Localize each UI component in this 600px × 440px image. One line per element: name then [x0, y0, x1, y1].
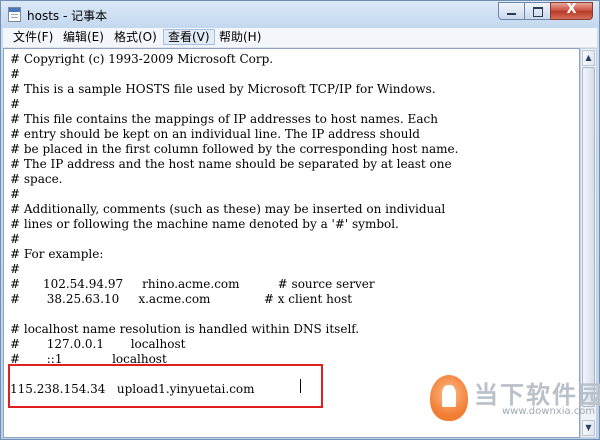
text-line: # The IP address and the host name shoul…: [10, 157, 452, 171]
text-line: # This is a sample HOSTS file used by Mi…: [10, 82, 436, 96]
menu-view[interactable]: 查看(V): [163, 29, 215, 45]
text-line: # localhost name resolution is handled w…: [10, 322, 360, 336]
text-caret: [300, 379, 301, 393]
text-line: # 38.25.63.10 x.acme.com # x client host: [10, 292, 353, 306]
text-line: # For example:: [10, 247, 104, 261]
watermark-url: www.downxia.com: [502, 406, 596, 417]
scroll-thumb[interactable]: [582, 67, 595, 407]
maximize-icon: [533, 7, 543, 17]
text-line: # 102.54.94.97 rhino.acme.com # source s…: [10, 277, 375, 291]
notepad-window: hosts - 记事本 X 文件(F) 编辑(E) 格式(O) 查看(V) 帮助…: [0, 0, 600, 440]
minimize-button[interactable]: [498, 2, 524, 20]
notepad-app-icon[interactable]: [8, 7, 21, 22]
text-line: #: [10, 232, 21, 246]
text-line: # Additionally, comments (such as these)…: [10, 202, 446, 216]
window-title: hosts - 记事本: [27, 9, 108, 23]
menu-bar: 文件(F) 编辑(E) 格式(O) 查看(V) 帮助(H): [3, 28, 597, 48]
title-bar[interactable]: hosts - 记事本 X: [1, 1, 599, 28]
close-icon: X: [566, 2, 577, 17]
highlight-box: [8, 364, 323, 408]
text-line: #: [10, 67, 21, 81]
scroll-up-arrow-icon[interactable]: ▲: [582, 50, 595, 66]
maximize-button[interactable]: [524, 2, 550, 20]
text-line: # Copyright (c) 1993-2009 Microsoft Corp…: [10, 52, 274, 66]
menu-format[interactable]: 格式(O): [110, 29, 161, 45]
text-line: # 127.0.0.1 localhost: [10, 337, 186, 351]
watermark-logo-icon: [430, 375, 468, 421]
text-line: #: [10, 97, 21, 111]
text-line: # lines or following the machine name de…: [10, 217, 399, 231]
minimize-icon: [507, 13, 516, 15]
close-button[interactable]: X: [550, 2, 593, 20]
text-line: #: [10, 262, 21, 276]
text-line: # This file contains the mappings of IP …: [10, 112, 438, 126]
text-line: # entry should be kept on an individual …: [10, 127, 420, 141]
text-line: #: [10, 187, 21, 201]
text-line: # space.: [10, 172, 63, 186]
menu-help[interactable]: 帮助(H): [215, 29, 265, 45]
watermark: 当下软件园 www.downxia.com: [426, 373, 600, 433]
text-line: # be placed in the first column followed…: [10, 142, 459, 156]
menu-edit[interactable]: 编辑(E): [59, 29, 108, 45]
caption-buttons: X: [498, 2, 593, 20]
menu-file[interactable]: 文件(F): [9, 29, 57, 45]
watermark-brand: 当下软件园: [474, 381, 600, 409]
